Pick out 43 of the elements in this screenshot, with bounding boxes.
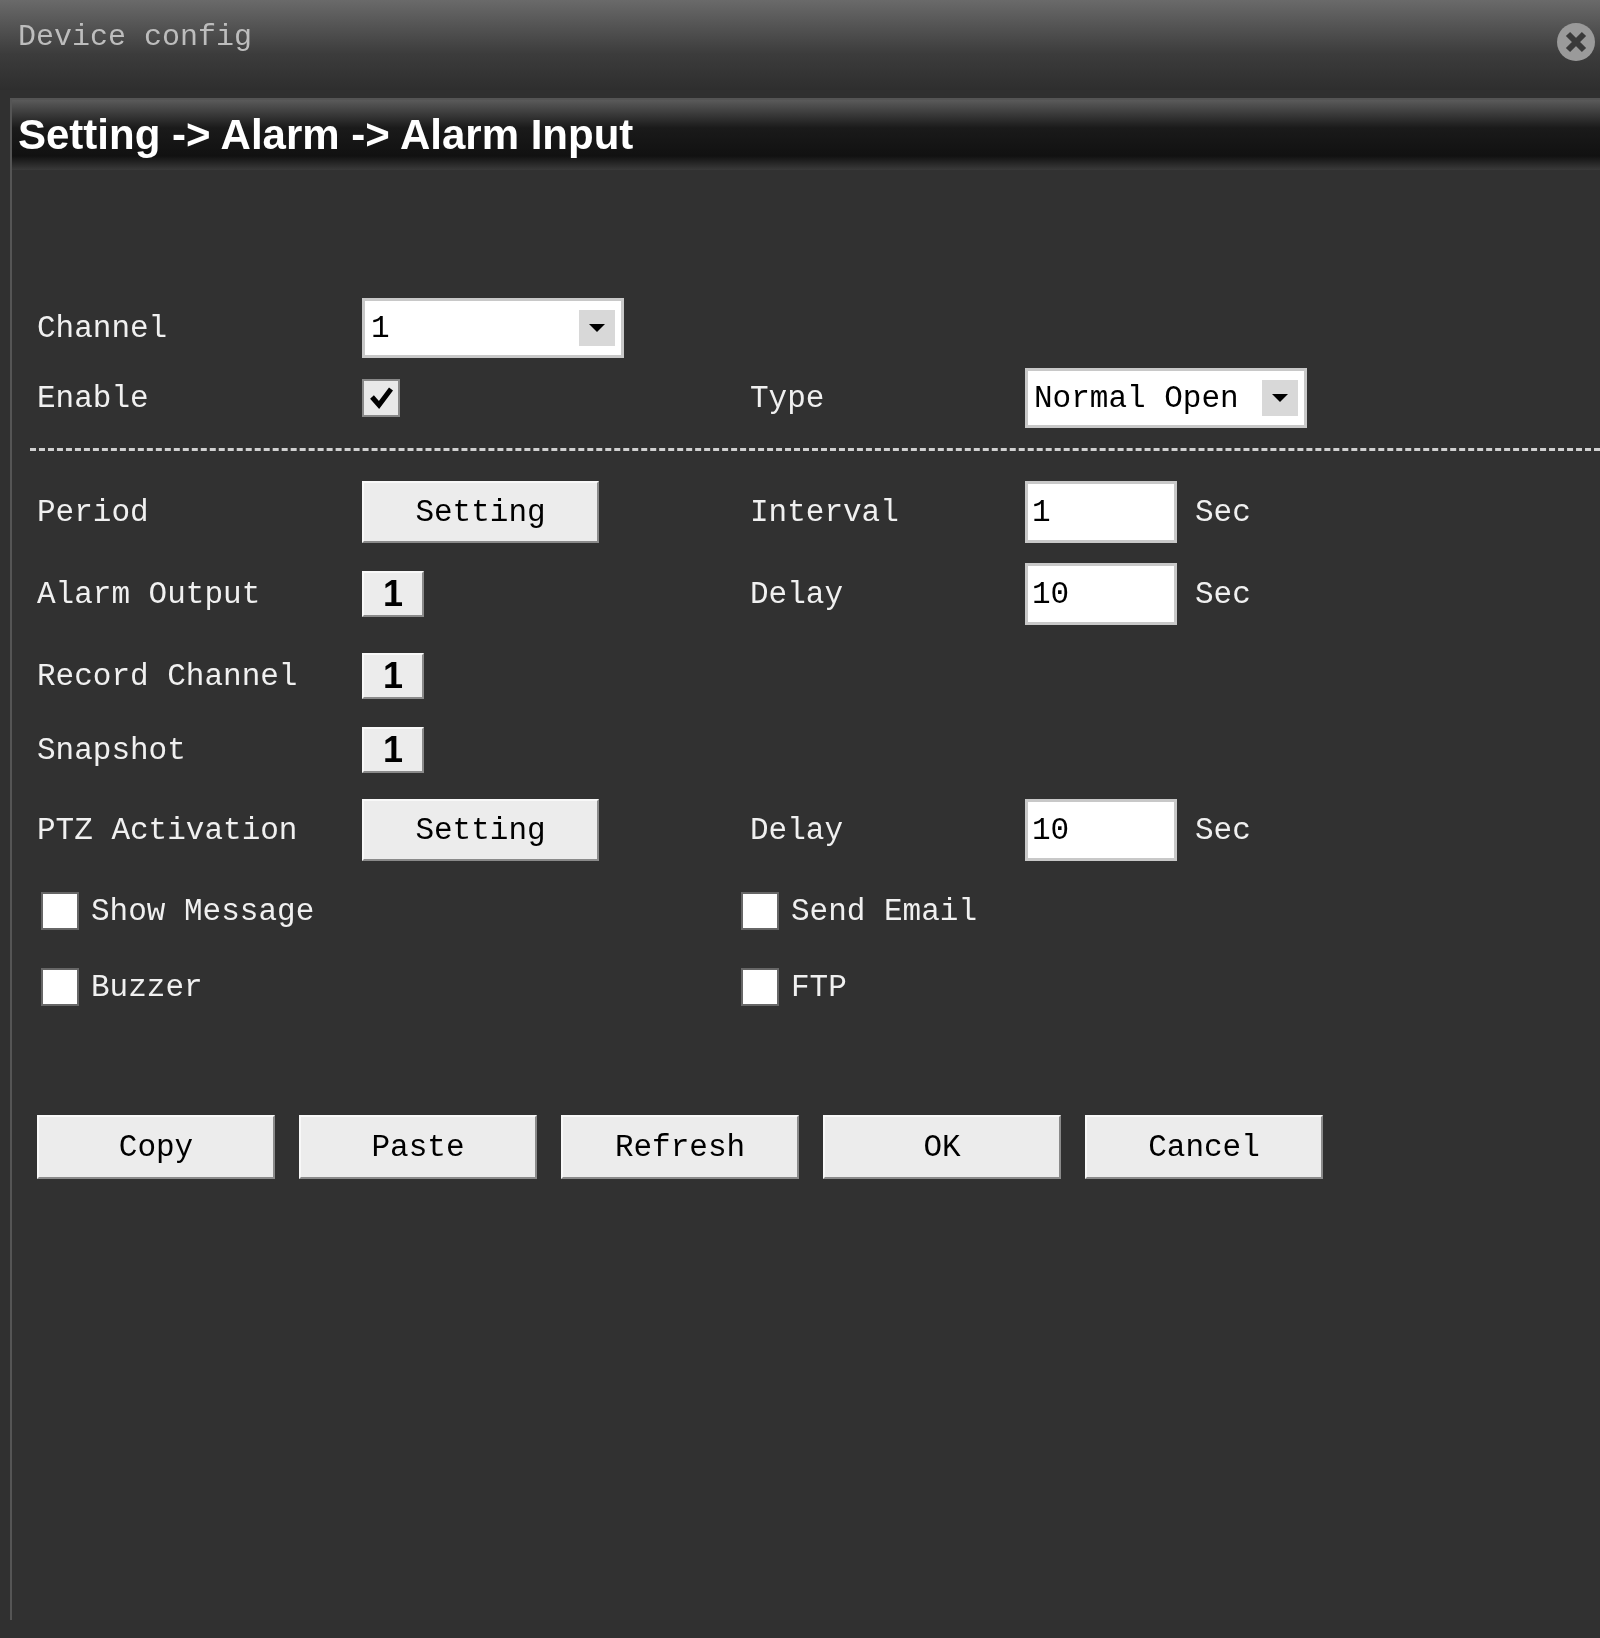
- action-button[interactable]: Paste: [299, 1115, 537, 1179]
- caret-icon: [579, 310, 615, 346]
- number-button[interactable]: 1: [362, 571, 424, 617]
- number-button[interactable]: 1: [362, 653, 424, 699]
- input-field[interactable]: 10: [1025, 799, 1177, 861]
- field-label: Type: [750, 380, 826, 416]
- checkbox-label: Show Message: [91, 893, 315, 929]
- checkbox[interactable]: [741, 968, 779, 1006]
- input-field[interactable]: 10: [1025, 563, 1177, 625]
- action-button[interactable]: Copy: [37, 1115, 275, 1179]
- breadcrumb: Setting -> Alarm -> Alarm Input: [18, 111, 634, 159]
- field-label: PTZ Activation: [37, 812, 299, 848]
- field-label: Period: [37, 494, 150, 530]
- checkbox[interactable]: [41, 968, 79, 1006]
- type-dropdown[interactable]: Normal Open: [1025, 368, 1307, 428]
- field-label: Channel: [37, 310, 169, 346]
- field-label: Record Channel: [37, 658, 299, 694]
- enable-checkbox[interactable]: [362, 379, 400, 417]
- checkbox[interactable]: [41, 892, 79, 930]
- field-label: Snapshot: [37, 732, 187, 768]
- field-label: Interval: [750, 494, 900, 530]
- setting-button[interactable]: Setting: [362, 799, 599, 861]
- number-button[interactable]: 1: [362, 727, 424, 773]
- checkbox-label: Send Email: [791, 893, 978, 929]
- checkbox-label: Buzzer: [91, 969, 203, 1005]
- unit-label: Sec: [1195, 576, 1251, 612]
- setting-button[interactable]: Setting: [362, 481, 599, 543]
- field-label: Delay: [750, 576, 844, 612]
- unit-label: Sec: [1195, 812, 1251, 848]
- checkbox[interactable]: [741, 892, 779, 930]
- input-field[interactable]: 1: [1025, 481, 1177, 543]
- action-button[interactable]: Refresh: [561, 1115, 799, 1179]
- field-label: Delay: [750, 812, 844, 848]
- action-button[interactable]: OK: [823, 1115, 1061, 1179]
- checkbox-label: FTP: [791, 969, 847, 1005]
- caret-icon: [1262, 380, 1298, 416]
- field-label: Enable: [37, 380, 150, 416]
- close-icon[interactable]: [1556, 22, 1596, 62]
- window-title: Device config: [18, 20, 253, 54]
- field-label: Alarm Output: [37, 576, 262, 612]
- action-button[interactable]: Cancel: [1085, 1115, 1323, 1179]
- unit-label: Sec: [1195, 494, 1251, 530]
- channel-dropdown[interactable]: 1: [362, 298, 624, 358]
